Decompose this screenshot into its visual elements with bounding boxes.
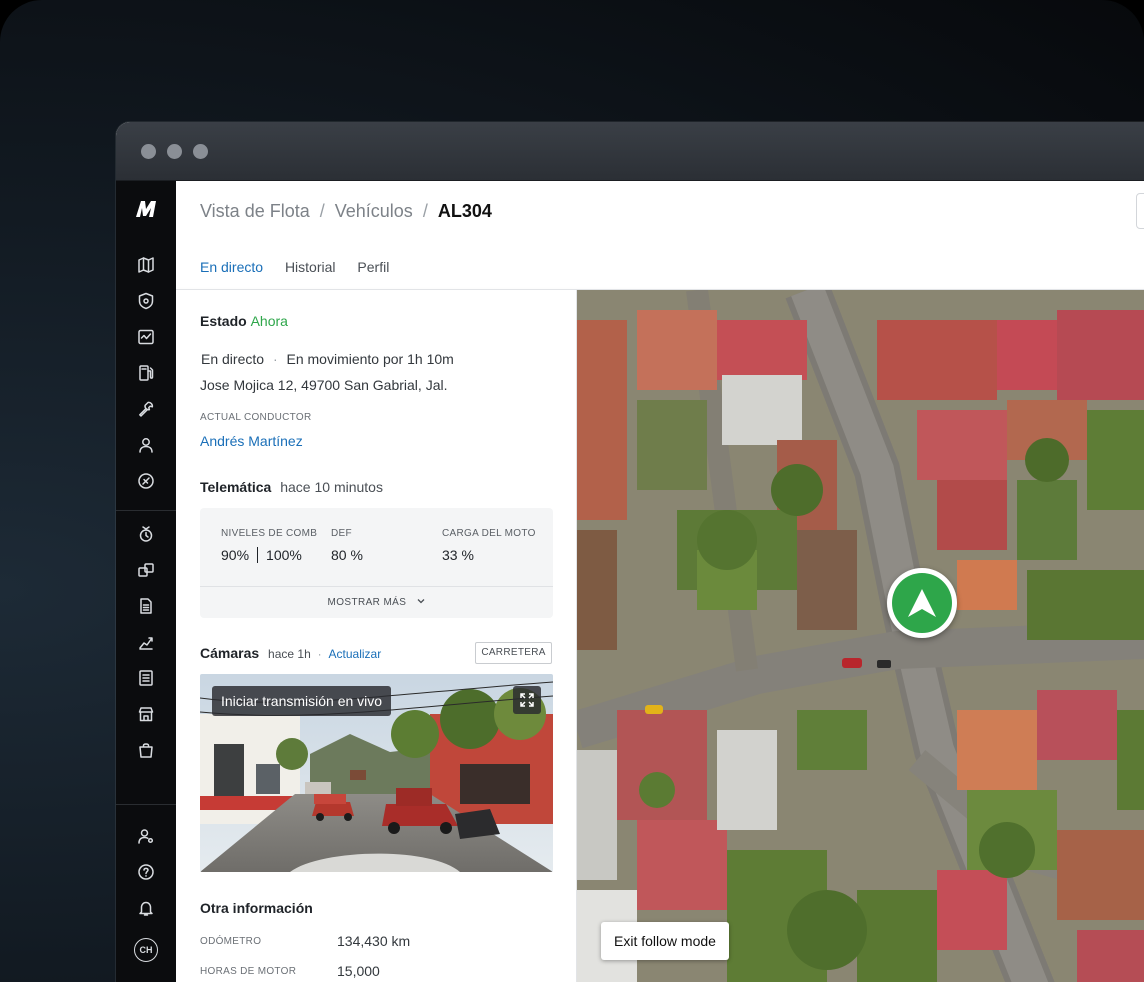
engine-hours-label: HORAS DE MOTOR [200,966,297,977]
def-value: 80 % [331,547,363,563]
window-dot-minimize[interactable] [167,144,182,159]
sidebar: CH [116,181,176,982]
dashboard-icon[interactable] [137,328,155,346]
odometer-label: ODÓMETRO [200,936,262,947]
status-line: En directo · En movimiento por 1h 10m [201,351,454,367]
navigation-arrow-icon [908,589,936,617]
telematics-time: hace 10 minutos [280,479,383,495]
road-camera-button[interactable]: CARRETERA [475,642,552,664]
cameras-heading: Cámaras hace 1h · Actualizar [200,645,381,661]
tab-bar: En directo Historial Perfil [200,259,407,275]
satellite-map-image [577,290,1144,982]
vehicle-marker-inner [892,573,952,633]
telematics-divider [200,586,553,587]
chevron-down-icon [417,599,424,604]
breadcrumb: Vista de Flota / Vehículos / AL304 [200,201,492,222]
tab-profile[interactable]: Perfil [357,259,389,275]
tab-live[interactable]: En directo [200,259,263,275]
refresh-link[interactable]: Actualizar [329,647,382,661]
fuel-levels: NIVELES DE COMB 90% 100% [221,528,317,563]
sidebar-divider [116,510,176,511]
fuel-icon[interactable] [137,364,155,382]
driver-icon[interactable] [137,436,155,454]
show-more-button[interactable]: MOSTRAR MÁS [200,596,553,608]
engine-load: CARGA DEL MOTO 33 % [442,528,536,563]
status-detail: En movimiento por 1h 10m [286,351,454,367]
window-dot-close[interactable] [141,144,156,159]
document-icon[interactable] [137,597,155,615]
routes-icon[interactable] [137,561,155,579]
engine-load-label: CARGA DEL MOTO [442,528,536,539]
status-title: Estado [200,313,247,329]
engine-hours-value: 15,000 [337,963,380,979]
browser-window: CH Vista de Flota / Vehículos / AL304 En dir… [116,122,1144,982]
user-avatar[interactable]: CH [134,938,158,962]
backdrop: CH Vista de Flota / Vehículos / AL304 En dir… [0,0,1144,982]
tab-history[interactable]: Historial [285,259,336,275]
wrench-icon[interactable] [137,400,155,418]
driver-label: ACTUAL CONDUCTOR [200,412,312,423]
cameras-time: hace 1h [268,647,311,661]
bell-icon[interactable] [137,899,155,917]
telematics-heading: Telemática hace 10 minutos [200,479,383,495]
vehicle-marker[interactable] [887,568,957,638]
tag-icon[interactable] [137,472,155,490]
start-live-stream-button[interactable]: Iniciar transmisión en vivo [212,686,392,716]
breadcrumb-vehicles[interactable]: Vehículos [335,201,413,221]
status-time: Ahora [250,313,288,329]
fuel-divider [257,547,259,563]
show-more-label: MOSTRAR MÁS [327,597,407,608]
expand-icon[interactable] [513,686,541,714]
vehicle-details-panel: Estado Ahora En directo · En movimiento … [176,290,577,982]
main-area: Vista de Flota / Vehículos / AL304 En direct… [176,181,1144,982]
fuel-value-primary: 90% [221,547,250,563]
cameras-title: Cámaras [200,645,260,661]
def-label: DEF [331,528,352,539]
status-heading: Estado Ahora [200,313,288,329]
sidebar-divider [116,804,176,805]
map-icon[interactable] [137,256,155,274]
telematics-title: Telemática [200,479,272,495]
odometer-value: 134,430 km [337,933,411,949]
shield-icon[interactable] [137,292,155,310]
window-titlebar [116,122,1144,181]
store-icon[interactable] [137,705,155,723]
def-level: DEF 80 % [331,528,363,563]
telematics-box: NIVELES DE COMB 90% 100% DEF 80 % CARGA D… [200,508,553,618]
list-icon[interactable] [137,669,155,687]
bag-icon[interactable] [137,741,155,759]
breadcrumb-separator: / [422,201,428,221]
other-info-title: Otra información [200,900,313,916]
fuel-value-secondary: 100% [266,547,302,563]
user-settings-icon[interactable] [137,827,155,845]
camera-feed[interactable]: Iniciar transmisión en vivo [200,674,553,872]
safety-icon[interactable] [137,525,155,543]
status-dot: · [272,351,278,367]
breadcrumb-separator: / [319,201,325,221]
exit-follow-mode-button[interactable]: Exit follow mode [601,922,729,960]
logo-icon[interactable] [135,199,159,219]
engine-load-value: 33 % [442,547,474,563]
page-title: AL304 [437,201,492,221]
header-action-button[interactable] [1136,193,1144,229]
fuel-label: NIVELES DE COMB [221,528,318,539]
map-view[interactable]: Exit follow mode [577,290,1144,982]
window-dot-maximize[interactable] [193,144,208,159]
breadcrumb-fleet[interactable]: Vista de Flota [200,201,310,221]
driver-name-link[interactable]: Andrés Martínez [200,433,303,449]
cameras-dot: · [317,647,322,661]
vehicle-address: Jose Mojica 12, 49700 San Gabrial, Jal. [200,377,448,393]
help-icon[interactable] [137,863,155,881]
reports-icon[interactable] [137,633,155,651]
status-mode: En directo [201,351,265,367]
